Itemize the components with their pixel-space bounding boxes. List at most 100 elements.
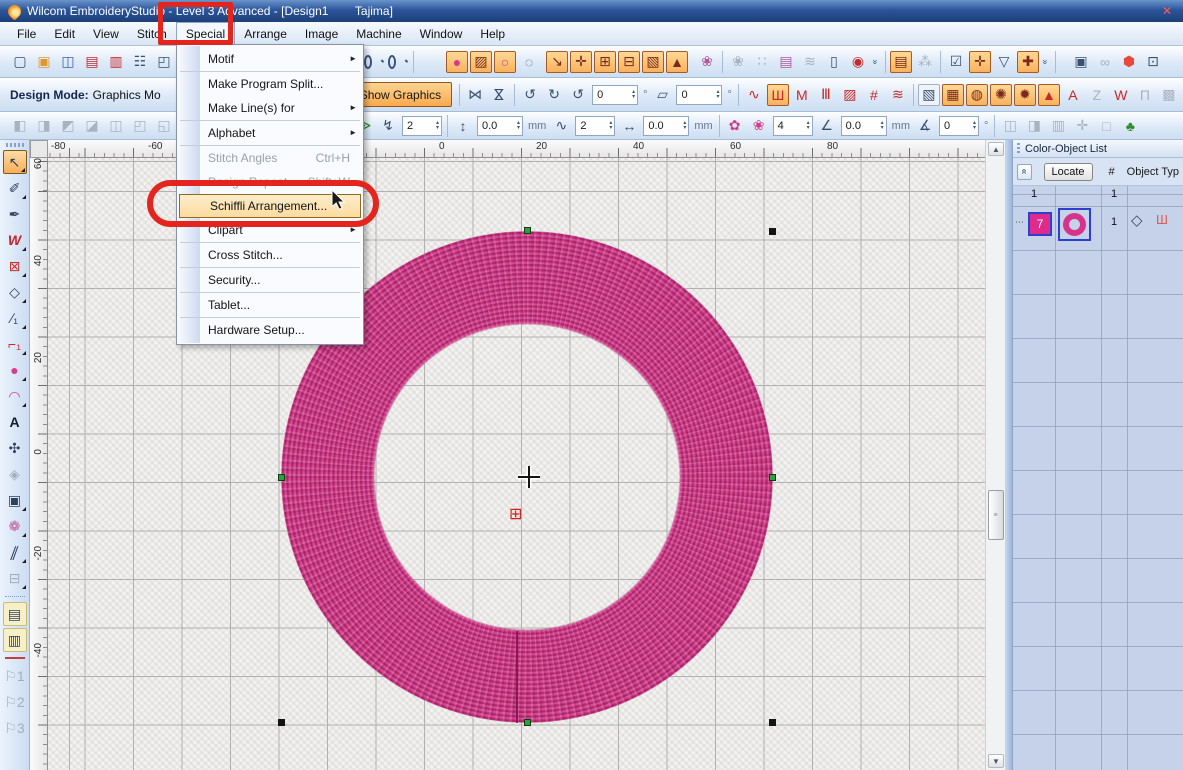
menubar-machine[interactable]: Machine [347,22,410,45]
circle-tool[interactable]: ● [3,358,27,382]
zoom-icon[interactable] [387,51,409,73]
menu-item-hardware-setup[interactable]: Hardware Setup... [178,318,362,342]
contour-fill-icon[interactable]: ≋ [887,84,909,106]
color-object-table[interactable]: 1 1 ⋯ 7 1 ◇ Ш [1013,186,1183,770]
wrap-effect-icon[interactable]: W [1110,84,1132,106]
blank-icon[interactable]: □ [1095,115,1117,137]
toolbar-overflow-icon[interactable] [870,49,882,75]
polyline-tool[interactable]: ⌐₁ [3,332,27,356]
auto-split-icon[interactable]: A [1062,84,1084,106]
spinner-icon[interactable] [632,90,635,100]
auto-fabric-icon[interactable]: ▦ [942,84,964,106]
spinner-icon[interactable] [683,121,686,131]
mirror-horizontal-icon[interactable]: ⋈ [464,84,486,106]
show-graphics-button[interactable]: Show Graphics [349,82,452,107]
tatami-fill-icon[interactable]: Ш [767,84,789,106]
menu-item-make-program-split[interactable]: Make Program Split... [178,72,362,96]
program-split-icon[interactable]: ▨ [839,84,861,106]
menubar-file[interactable]: File [8,22,45,45]
design-check-icon[interactable]: ☑ [945,51,967,73]
lettering-a-tool[interactable]: A [3,410,27,434]
exclude-icon[interactable]: ◩ [57,115,79,137]
menu-item-alphabet[interactable]: Alphabet ► [178,121,362,145]
color-object-list-icon[interactable]: ▤ [775,51,797,73]
split-object-icon[interactable]: ◱ [153,115,175,137]
toolbox-tool[interactable] [4,655,26,661]
spinner-icon[interactable] [973,121,976,131]
offset-object-tool[interactable]: ▣ [3,488,27,512]
spinner-icon[interactable] [609,121,612,131]
collapse-icon[interactable]: « [1017,164,1032,180]
angle-input[interactable]: 0 [939,116,979,136]
offset-object-icon[interactable]: ▣ [1070,51,1092,73]
menubar-help[interactable]: Help [471,22,514,45]
rotate-input[interactable]: 0 [592,85,638,105]
selection-handle-bottom-right[interactable] [769,719,776,726]
skew-input[interactable]: 0 [676,85,722,105]
reshape-object-tool[interactable]: ✐ [3,176,27,200]
satin-fill-icon[interactable]: M [791,84,813,106]
print-icon[interactable]: ☷ [129,51,151,73]
panel-grip[interactable] [1017,143,1020,155]
run-count-input[interactable]: 2 [575,116,615,136]
florentine-effect-icon[interactable]: ✹ [1014,84,1036,106]
column-split-tool[interactable]: ⊟ [3,566,27,590]
spinner-icon[interactable] [716,90,719,100]
travel-segment-icon[interactable]: ▽ [993,51,1015,73]
scrollbar-thumb[interactable]: ≡ [988,490,1004,540]
spinner-icon[interactable] [881,121,884,131]
menu-item-stitch-angles[interactable]: Stitch Angles Ctrl+H [178,146,362,170]
select-object-tool[interactable]: ↖ [3,150,27,174]
open-icon[interactable]: ▣ [33,51,55,73]
monogramming-tool[interactable]: ⊠ [3,254,27,278]
nudge-icon[interactable]: ✛ [1071,115,1093,137]
cross-fill-icon[interactable]: # [863,84,885,106]
reshape-points-icon[interactable]: ↘ [546,51,568,73]
star-fill-icon[interactable]: ◍ [966,84,988,106]
add-node-icon[interactable]: ✚ [1017,51,1039,73]
custom-function-2-tool[interactable]: ⚐2 [3,690,27,714]
travel-needle-icon[interactable]: ✛ [969,51,991,73]
vector-shapes-icon[interactable]: ▲ [666,51,688,73]
menubar-view[interactable]: View [84,22,128,45]
height-input[interactable]: 0.0 [477,116,523,136]
mirror-merge-tool[interactable]: ✣ [3,436,27,460]
spiral-fill-icon[interactable]: ⊡ [1142,51,1164,73]
repeat-count-input[interactable]: 4 [773,116,813,136]
toolbox-tool[interactable] [4,593,26,599]
print-preview-icon[interactable]: ◰ [153,51,175,73]
object-thumbnail[interactable] [1058,208,1091,241]
hexagon-fill-icon[interactable]: ⬢ [1118,51,1140,73]
underlay-icon[interactable]: ▧ [918,84,940,106]
selection-handle-bottom-center[interactable] [524,719,531,726]
lettering-tool[interactable]: W [3,228,27,252]
team-names-tool[interactable]: ◈ [3,462,27,486]
menu-item-motif[interactable]: Motif ► [178,47,362,71]
run-stitch-icon[interactable]: ∿ [743,84,765,106]
menu-item-cross-stitch[interactable]: Cross Stitch... [178,243,362,267]
flower-small-icon[interactable]: ✿ [724,115,746,137]
front-minus-back-icon[interactable]: ◪ [81,115,103,137]
travel-on-edges-icon[interactable]: Z [1086,84,1108,106]
export-machine-file-icon[interactable]: ▥ [105,51,127,73]
scroll-down-icon[interactable]: ▼ [988,754,1004,768]
measure-tool[interactable]: ∕₁ [3,306,27,330]
menubar-arrange[interactable]: Arrange [235,22,296,45]
open-object-icon[interactable]: ◌ [518,51,540,73]
menubar-edit[interactable]: Edit [45,22,84,45]
design-overview-disabled-icon[interactable]: ❀ [727,51,749,73]
knife-tool[interactable]: ✒ [3,202,27,226]
rotate-icon[interactable]: ↺ [567,84,589,106]
menubar-window[interactable]: Window [411,22,472,45]
selection-handle-mid-right[interactable] [769,474,776,481]
canvas-vscrollbar[interactable]: ▲ ≡ ▼ [985,140,1006,770]
spinner-icon[interactable] [436,121,439,131]
color-swatch[interactable]: 7 [1028,212,1052,236]
custom-function-1-tool[interactable]: ⚐1 [3,664,27,688]
selection-handle-bottom-left[interactable] [278,719,285,726]
wreath-tool[interactable]: ❁ [3,514,27,538]
outline-object-icon[interactable]: ○ [494,51,516,73]
menubar-image[interactable]: Image [296,22,347,45]
needle-points-icon[interactable]: ∷ [751,51,773,73]
mirror-vertical-icon[interactable]: ⋈ [488,84,510,106]
